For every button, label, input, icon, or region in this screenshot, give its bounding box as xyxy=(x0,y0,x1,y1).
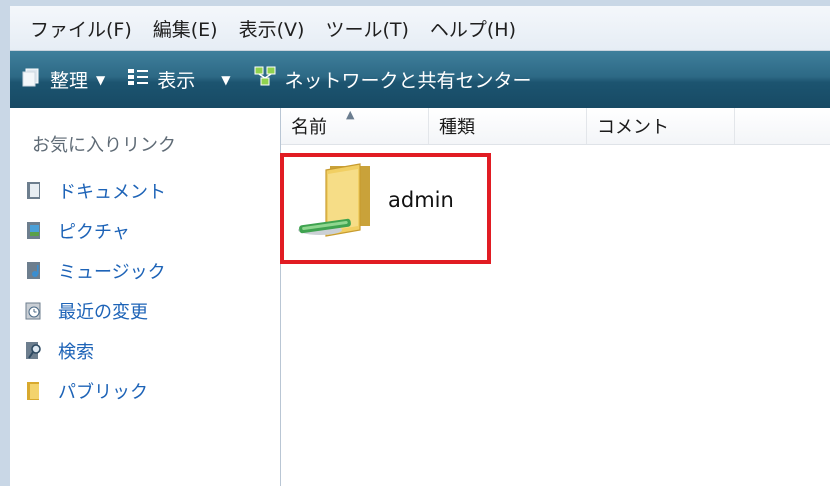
public-folder-icon xyxy=(24,381,44,401)
menu-help[interactable]: ヘルプ(H) xyxy=(430,15,516,42)
menu-file[interactable]: ファイル(F) xyxy=(30,15,132,42)
organize-label: 整理 xyxy=(50,70,89,92)
network-center-button[interactable]: ネットワークと共有センター xyxy=(253,51,532,108)
sidebar-item-label: ドキュメント xyxy=(58,182,166,203)
menu-edit[interactable]: 編集(E) xyxy=(153,15,218,42)
sidebar-item-search[interactable]: 検索 xyxy=(24,338,94,364)
annotation-highlight-box xyxy=(280,153,491,264)
sidebar-item-public[interactable]: パブリック xyxy=(24,378,148,404)
sidebar-item-recent[interactable]: 最近の変更 xyxy=(24,298,148,324)
organize-icon xyxy=(22,67,42,92)
sidebar-item-label: パブリック xyxy=(58,382,148,403)
organize-button[interactable]: 整理 ▼ xyxy=(22,51,105,108)
chevron-down-icon: ▼ xyxy=(221,72,231,87)
music-icon xyxy=(24,261,44,281)
sidebar-item-music[interactable]: ミュージック xyxy=(24,258,166,284)
command-toolbar: 整理 ▼ 表示 ▼ ネットワークと共有センター xyxy=(10,51,830,108)
column-header-row: 名前 種類 コメント xyxy=(281,108,830,145)
view-icon xyxy=(127,67,149,92)
sidebar-item-label: 最近の変更 xyxy=(58,302,148,323)
network-center-label: ネットワークと共有センター xyxy=(284,70,532,92)
column-header-comment[interactable]: コメント xyxy=(587,108,735,144)
sidebar-item-label: ピクチャ xyxy=(58,222,130,243)
sidebar-item-pictures[interactable]: ピクチャ xyxy=(24,218,130,244)
menu-bar: ファイル(F) 編集(E) 表示(V) ツール(T) ヘルプ(H) xyxy=(10,6,830,51)
window-frame-left xyxy=(0,0,10,486)
search-icon xyxy=(24,341,44,361)
sort-ascending-icon: ▲ xyxy=(346,108,355,121)
column-header-name[interactable]: 名前 xyxy=(281,108,429,144)
favorite-links-heading: お気に入りリンク xyxy=(32,135,176,156)
view-button[interactable]: 表示 ▼ xyxy=(127,51,231,108)
view-label: 表示 xyxy=(157,70,196,92)
pictures-icon xyxy=(24,221,44,241)
recent-icon xyxy=(24,301,44,321)
menu-tools[interactable]: ツール(T) xyxy=(325,15,408,42)
menu-view[interactable]: 表示(V) xyxy=(239,15,305,42)
document-icon xyxy=(24,181,44,201)
favorite-links-pane: お気に入りリンク ドキュメント ピクチャ ミュージック 最近の変更 検索 パブリ… xyxy=(10,108,281,486)
column-header-type[interactable]: 種類 xyxy=(429,108,587,144)
sidebar-item-label: ミュージック xyxy=(58,262,166,283)
chevron-down-icon: ▼ xyxy=(96,72,106,87)
sidebar-item-label: 検索 xyxy=(58,342,94,363)
network-icon xyxy=(253,66,277,93)
sidebar-item-documents[interactable]: ドキュメント xyxy=(24,178,166,204)
